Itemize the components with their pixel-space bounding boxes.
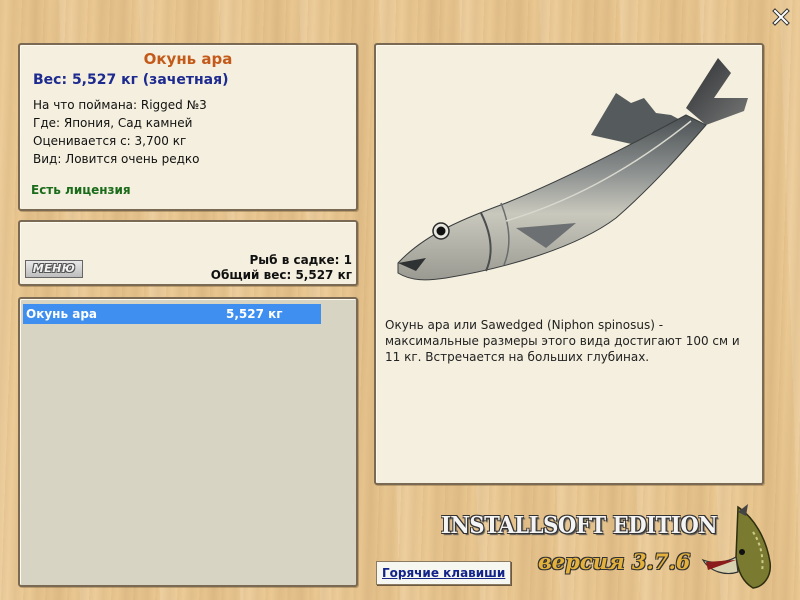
- close-button[interactable]: [772, 8, 790, 26]
- fish-details: На что поймана: Rigged №3 Где: Япония, С…: [33, 96, 207, 168]
- cage-panel: МЕНЮ Рыб в садке: 1 Общий вес: 5,527 кг: [18, 220, 358, 286]
- pike-logo: [701, 504, 772, 589]
- valued-from: Оценивается с: 3,700 кг: [33, 134, 187, 148]
- version-label: версия 3.7.6: [538, 549, 691, 574]
- license-status: Есть лицензия: [31, 183, 131, 197]
- cage-stats: Рыб в садке: 1 Общий вес: 5,527 кг: [211, 253, 352, 283]
- list-item-weight: 5,527 кг: [226, 307, 283, 321]
- total-weight: Общий вес: 5,527 кг: [210, 268, 352, 282]
- edition-label: INSTALLSOFT EDITION: [441, 512, 718, 539]
- rarity: Вид: Ловится очень редко: [33, 152, 200, 166]
- fish-image-panel: Окунь ара или Sawedged (Niphon spinosus)…: [374, 43, 764, 485]
- caught-on: На что поймана: Rigged №3: [33, 98, 207, 112]
- fish-name: Окунь ара: [143, 50, 233, 68]
- menu-button[interactable]: МЕНЮ: [25, 260, 83, 278]
- list-item-name: Окунь ара: [26, 307, 98, 321]
- location: Где: Япония, Сад камней: [33, 116, 193, 130]
- fish-image: [397, 58, 748, 281]
- fish-list: Окунь ара 5,527 кг: [18, 297, 358, 587]
- fish-description: Окунь ара или Sawedged (Niphon spinosus)…: [385, 318, 740, 364]
- list-item[interactable]: Окунь ара 5,527 кг: [23, 304, 321, 324]
- fish-info-panel: Окунь ара Вес: 5,527 кг (зачетная) На чт…: [18, 43, 358, 211]
- fish-count: Рыб в садке: 1: [249, 253, 353, 267]
- close-icon: [772, 8, 790, 26]
- fish-weight: Вес: 5,527 кг (зачетная): [33, 72, 229, 88]
- hotkeys-button[interactable]: Горячие клавиши: [376, 561, 512, 585]
